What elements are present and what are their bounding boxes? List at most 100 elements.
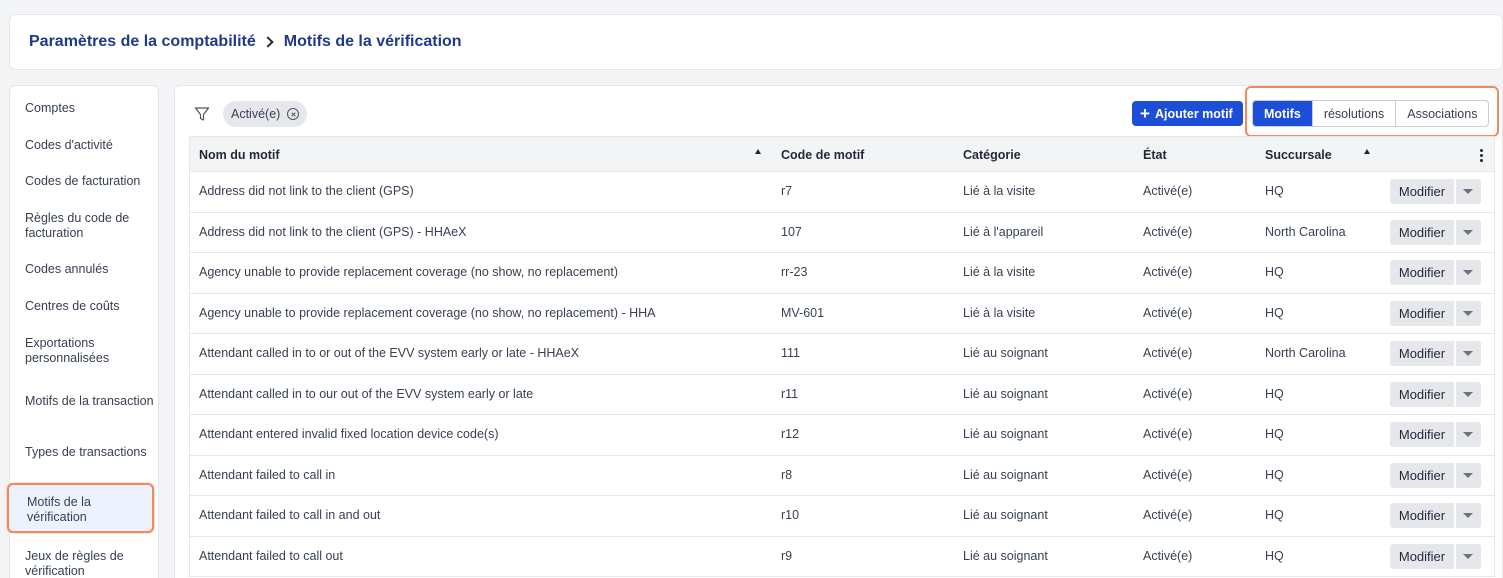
filter-chip-active[interactable]: Activé(e) — [223, 101, 308, 127]
cell-name: Attendant failed to call in and out — [199, 508, 381, 522]
sidebar-item-label: Motifs de la vérification — [27, 495, 91, 524]
cell-state: Activé(e) — [1143, 548, 1193, 563]
main-panel: Activé(e) + Ajouter motif Motifs résolut… — [174, 85, 1503, 578]
page-header: Paramètres de la comptabilité Motifs de … — [9, 14, 1503, 70]
filter-icon[interactable] — [194, 106, 210, 122]
cell-category: Lié au soignant — [963, 548, 1048, 563]
table-row[interactable]: Attendant entered invalid fixed location… — [189, 415, 1495, 456]
cell-category: Lié à la visite — [963, 184, 1036, 198]
sidebar-item-exportations[interactable]: Exportations personnalisées — [25, 336, 155, 366]
sort-asc-icon[interactable] — [1364, 149, 1370, 154]
cell-branch: HQ — [1265, 265, 1284, 279]
column-header-name[interactable]: Nom du motif — [199, 148, 280, 162]
cell-state: Activé(e) — [1143, 184, 1193, 198]
cell-code: rr-23 — [781, 265, 808, 279]
chevron-down-icon[interactable] — [1456, 260, 1481, 285]
cell-state: Activé(e) — [1143, 508, 1193, 522]
chevron-down-icon[interactable] — [1456, 300, 1481, 326]
modify-button[interactable]: Modifier — [1390, 341, 1454, 366]
modify-button[interactable]: Modifier — [1390, 503, 1454, 528]
sidebar-item-types-transactions[interactable]: Types de transactions — [25, 445, 155, 460]
chevron-down-icon[interactable] — [1456, 341, 1481, 366]
cell-category: Lié au soignant — [963, 508, 1048, 522]
modify-button[interactable]: Modifier — [1390, 219, 1454, 245]
sidebar-item-codes-facturation[interactable]: Codes de facturation — [25, 174, 155, 189]
chevron-down-icon[interactable] — [1456, 543, 1481, 569]
table-row[interactable]: Attendant called in to our out of the EV… — [189, 374, 1495, 415]
sidebar-item-centres-couts[interactable]: Centres de coûts — [25, 299, 155, 314]
table-header: Nom du motif Code de motif Catégorie Éta… — [189, 136, 1495, 172]
cell-state: Activé(e) — [1143, 305, 1193, 320]
table-row[interactable]: Attendant failed to call out r9 Lié au soi… — [189, 536, 1495, 577]
chevron-down-icon[interactable] — [1456, 462, 1481, 488]
cell-branch: HQ — [1265, 427, 1284, 441]
sidebar-item-jeux-regles[interactable]: Jeux de règles de vérification — [25, 549, 155, 578]
sidebar-item-codes-activite[interactable]: Codes d'activité — [25, 138, 155, 153]
cell-category: Lié au soignant — [963, 346, 1048, 360]
cell-code: r10 — [781, 508, 800, 522]
sidebar-item-comptes[interactable]: Comptes — [25, 101, 155, 116]
cell-branch: North Carolina — [1265, 224, 1346, 239]
sidebar-item-regles-code-facturation[interactable]: Règles du code de facturation — [25, 211, 155, 241]
kebab-menu-icon[interactable] — [1480, 149, 1483, 164]
table-row[interactable]: Attendant called in to or out of the EVV… — [189, 334, 1495, 375]
table-row[interactable]: Agency unable to provide replacement cov… — [189, 253, 1495, 294]
cell-category: Lié à la visite — [963, 265, 1036, 279]
cell-name: Agency unable to provide replacement cov… — [199, 265, 619, 279]
modify-button[interactable]: Modifier — [1390, 543, 1454, 569]
cell-branch: HQ — [1265, 305, 1284, 320]
modify-button[interactable]: Modifier — [1390, 462, 1454, 488]
modify-button[interactable]: Modifier — [1390, 381, 1454, 407]
cell-category: Lié au soignant — [963, 467, 1048, 482]
cell-state: Activé(e) — [1143, 386, 1193, 401]
cell-name: Attendant called in to our out of the EV… — [199, 386, 534, 401]
modify-button[interactable]: Modifier — [1390, 260, 1454, 285]
table-row[interactable]: Address did not link to the client (GPS)… — [189, 172, 1495, 213]
sidebar-item-motifs-verification[interactable]: Motifs de la vérification — [7, 483, 154, 533]
cell-state: Activé(e) — [1143, 265, 1193, 279]
chevron-down-icon[interactable] — [1456, 219, 1481, 245]
cell-code: MV-601 — [781, 305, 825, 320]
sidebar: Comptes Codes d'activité Codes de factur… — [7, 85, 159, 578]
cell-code: r9 — [781, 548, 793, 563]
breadcrumb-parent-link[interactable]: Paramètres de la comptabilité — [29, 33, 256, 51]
segment-resolutions[interactable]: résolutions — [1311, 101, 1395, 126]
cell-state: Activé(e) — [1143, 346, 1193, 360]
cell-branch: HQ — [1265, 184, 1284, 198]
close-circle-icon[interactable] — [287, 108, 300, 120]
modify-button[interactable]: Modifier — [1390, 179, 1454, 204]
sidebar-item-codes-annules[interactable]: Codes annulés — [25, 262, 155, 277]
cell-name: Attendant entered invalid fixed location… — [199, 427, 499, 441]
add-motif-button[interactable]: + Ajouter motif — [1132, 101, 1243, 126]
chevron-down-icon[interactable] — [1456, 179, 1481, 204]
cell-category: Lié au soignant — [963, 427, 1048, 441]
sort-asc-icon[interactable] — [755, 149, 761, 154]
column-header-category[interactable]: Catégorie — [963, 148, 1021, 162]
chevron-down-icon[interactable] — [1456, 422, 1481, 447]
cell-branch: HQ — [1265, 386, 1284, 401]
chevron-down-icon[interactable] — [1456, 503, 1481, 528]
table-row[interactable]: Address did not link to the client (GPS)… — [189, 212, 1495, 253]
table-row[interactable]: Attendant failed to call in and out r10 Li… — [189, 496, 1495, 537]
segment-motifs[interactable]: Motifs — [1253, 101, 1312, 126]
table-row[interactable]: Agency unable to provide replacement cov… — [189, 293, 1495, 334]
cell-code: r7 — [781, 184, 793, 198]
cell-branch: HQ — [1265, 548, 1284, 563]
segment-associations[interactable]: Associations — [1395, 101, 1488, 126]
cell-state: Activé(e) — [1143, 467, 1193, 482]
cell-name: Attendant called in to or out of the EVV… — [199, 346, 580, 360]
column-header-code[interactable]: Code de motif — [781, 148, 864, 162]
motifs-table: Nom du motif Code de motif Catégorie Éta… — [189, 136, 1495, 577]
modify-button[interactable]: Modifier — [1390, 300, 1454, 326]
view-segmented-control: Motifs résolutions Associations — [1252, 100, 1490, 127]
cell-branch: HQ — [1265, 508, 1284, 522]
cell-name: Address did not link to the client (GPS) — [199, 184, 414, 198]
modify-button[interactable]: Modifier — [1390, 422, 1454, 447]
column-header-branch[interactable]: Succursale — [1265, 148, 1332, 162]
column-header-state[interactable]: État — [1143, 148, 1167, 162]
sidebar-item-motifs-transaction[interactable]: Motifs de la transaction — [25, 394, 155, 409]
filter-chip-label: Activé(e) — [231, 107, 281, 121]
table-row[interactable]: Attendant failed to call in r8 Lié au soig… — [189, 455, 1495, 496]
cell-name: Address did not link to the client (GPS)… — [199, 224, 467, 239]
chevron-down-icon[interactable] — [1456, 381, 1481, 407]
